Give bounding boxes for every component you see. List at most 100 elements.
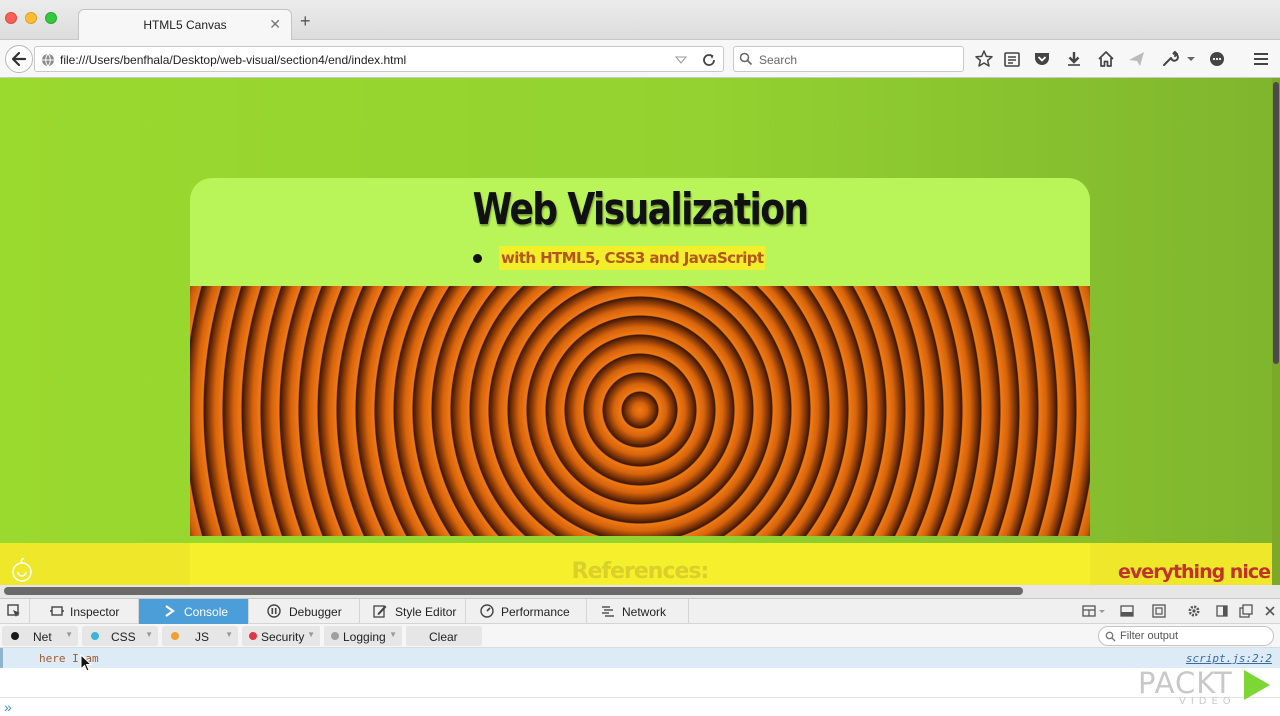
chat-icon[interactable]	[1207, 49, 1227, 69]
url-dropdown-icon[interactable]	[675, 54, 687, 66]
minimize-window-button[interactable]	[25, 12, 37, 24]
filter-output-field[interactable]	[1098, 626, 1274, 646]
tab-inspector-label: Inspector	[70, 605, 120, 619]
devtools-toolbar: Inspector Console Debugger Style Editor	[0, 598, 1280, 624]
responsive-design-icon[interactable]	[1152, 604, 1166, 618]
filter-css-chevron-down-icon[interactable]: ▼	[145, 630, 153, 639]
split-console-icon[interactable]	[1120, 604, 1134, 618]
horizontal-scrollbar[interactable]	[0, 585, 1280, 598]
filter-net-button[interactable]: Net ▼	[2, 626, 78, 646]
back-button[interactable]	[5, 45, 33, 73]
pocket-icon[interactable]	[1032, 49, 1052, 69]
new-tab-icon[interactable]: +	[300, 11, 311, 32]
close-window-button[interactable]	[5, 12, 17, 24]
tab-console-label: Console	[184, 605, 229, 619]
mouse-cursor-icon	[80, 654, 92, 672]
vertical-scrollbar-thumb[interactable]	[1273, 82, 1279, 364]
packt-video-text: VIDEO	[1179, 696, 1236, 707]
packt-brand-text: PACKT	[1138, 666, 1233, 700]
browser-tab[interactable]: HTML5 Canvas ✕	[78, 9, 292, 40]
dock-side-icon[interactable]	[1215, 604, 1229, 618]
search-icon	[739, 52, 753, 66]
filter-css-label: CSS	[111, 630, 136, 644]
network-icon	[602, 606, 614, 617]
globe-icon	[42, 53, 54, 67]
filter-net-chevron-down-icon[interactable]: ▼	[65, 630, 73, 639]
filter-js-label: JS	[195, 630, 210, 644]
undock-window-icon[interactable]	[1239, 604, 1253, 618]
footer-logo-icon	[12, 558, 32, 582]
packt-play-icon	[1244, 670, 1270, 700]
page-viewport: Web Visualization with HTML5, CSS3 and J…	[0, 78, 1280, 585]
frame-chevron-down-icon[interactable]	[1098, 604, 1106, 618]
console-filter-bar: Net ▼ CSS ▼ JS ▼ Security ▼ Logging ▼ Cl…	[0, 624, 1280, 648]
console-input[interactable]	[22, 699, 1022, 715]
back-arrow-icon	[11, 51, 27, 67]
header-card: Web Visualization with HTML5, CSS3 and J…	[190, 178, 1090, 288]
close-devtools-icon[interactable]	[1263, 604, 1277, 618]
tab-console[interactable]: Console	[139, 599, 249, 624]
tab-strip: HTML5 Canvas ✕ +	[0, 0, 1280, 40]
clear-console-button[interactable]: Clear	[406, 626, 482, 646]
filter-security-dot-icon	[249, 632, 257, 640]
filter-security-button[interactable]: Security ▼	[242, 626, 320, 646]
inspector-icon	[50, 606, 64, 616]
hamburger-menu-icon[interactable]	[1251, 49, 1271, 69]
tab-inspector[interactable]: Inspector	[30, 599, 139, 624]
split-frame-icon[interactable]	[1082, 604, 1096, 618]
filter-logging-dot-icon	[331, 632, 339, 640]
settings-gear-icon[interactable]	[1187, 604, 1201, 618]
home-icon[interactable]	[1096, 49, 1116, 69]
url-bar[interactable]: file:///Users/benfhala/Desktop/web-visua…	[34, 46, 724, 72]
debugger-icon	[267, 604, 281, 618]
style-editor-icon	[373, 605, 387, 618]
filter-search-icon	[1105, 631, 1116, 642]
page-title: Web Visualization	[472, 184, 809, 235]
filter-logging-chevron-down-icon[interactable]: ▼	[389, 630, 397, 639]
console-prompt-icon: »	[4, 699, 12, 715]
tab-close-icon[interactable]: ✕	[269, 16, 281, 33]
tab-debugger[interactable]: Debugger	[249, 599, 360, 624]
send-icon[interactable]	[1127, 49, 1147, 69]
tab-debugger-label: Debugger	[289, 605, 342, 619]
performance-icon	[480, 604, 494, 618]
filter-net-label: Net	[33, 630, 52, 644]
console-source-link[interactable]: script.js:2:2	[1186, 652, 1272, 665]
packt-video-watermark: PACKT VIDEO	[1135, 666, 1275, 712]
concentric-rings-canvas	[190, 286, 1090, 536]
horizontal-scrollbar-thumb[interactable]	[4, 587, 1023, 595]
filter-css-button[interactable]: CSS ▼	[82, 626, 158, 646]
navigation-toolbar: file:///Users/benfhala/Desktop/web-visua…	[0, 40, 1280, 78]
filter-net-dot-icon	[11, 632, 19, 640]
tab-performance[interactable]: Performance	[466, 599, 587, 624]
clear-console-label: Clear	[429, 630, 458, 644]
filter-css-dot-icon	[91, 632, 99, 640]
search-bar[interactable]	[733, 46, 964, 72]
filter-logging-button[interactable]: Logging ▼	[324, 626, 402, 646]
reading-list-icon[interactable]	[1002, 49, 1022, 69]
filter-security-chevron-down-icon[interactable]: ▼	[307, 630, 315, 639]
vertical-scrollbar[interactable]	[1272, 78, 1280, 585]
developer-wrench-icon[interactable]	[1160, 49, 1180, 69]
console-input-row[interactable]: »	[0, 697, 1280, 716]
references-heading: References:	[571, 559, 710, 584]
console-message-row[interactable]: here I am script.js:2:2	[0, 648, 1280, 668]
download-icon[interactable]	[1064, 49, 1084, 69]
filter-logging-label: Logging	[343, 630, 386, 644]
filter-js-button[interactable]: JS ▼	[162, 626, 238, 646]
page-subtitle: with HTML5, CSS3 and JavaScript	[499, 246, 766, 270]
url-text: file:///Users/benfhala/Desktop/web-visua…	[60, 53, 407, 67]
tab-style-editor[interactable]: Style Editor	[360, 599, 466, 624]
tab-network[interactable]: Network	[587, 599, 689, 624]
filter-security-label: Security	[261, 630, 305, 644]
filter-output-input[interactable]	[1120, 629, 1268, 643]
bookmark-star-icon[interactable]	[974, 49, 994, 69]
bullet-icon	[473, 254, 482, 263]
reload-icon[interactable]	[701, 52, 717, 68]
element-picker-button[interactable]	[0, 599, 30, 624]
footer-band: References: everything nice	[0, 543, 1280, 585]
filter-js-chevron-down-icon[interactable]: ▼	[225, 630, 233, 639]
developer-menu-chevron-down-icon[interactable]	[1185, 49, 1197, 69]
search-input[interactable]	[759, 51, 959, 69]
zoom-window-button[interactable]	[45, 12, 57, 24]
